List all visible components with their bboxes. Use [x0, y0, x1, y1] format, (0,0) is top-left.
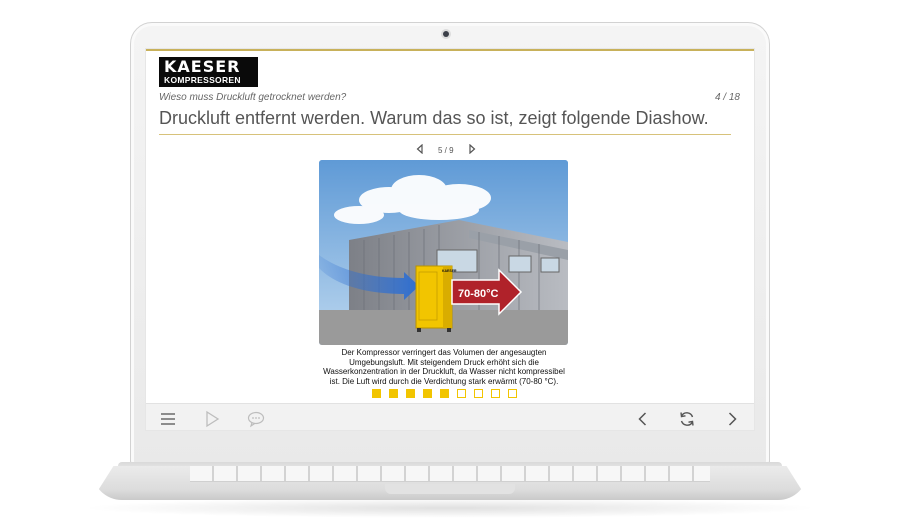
refresh-icon[interactable] [677, 409, 697, 429]
progress-dot[interactable] [440, 389, 449, 398]
headline-divider [159, 134, 731, 135]
webcam [443, 31, 449, 37]
progress-dot[interactable] [457, 389, 466, 398]
logo-wordmark: KAESER [164, 57, 241, 76]
slideshow-navigation: 5 / 9 [416, 143, 476, 156]
course-player-screen: KAESER KOMPRESSOREN Wieso muss Druckluft… [145, 48, 755, 431]
progress-dot[interactable] [508, 389, 517, 398]
slide-caption: Der Kompressor verringert das Volumen de… [311, 348, 577, 386]
comment-icon[interactable] [246, 409, 266, 429]
slide-image: KAESER 70-80°C [319, 160, 568, 345]
slide-counter: 5 / 9 [438, 145, 454, 155]
temperature-label: 70-80°C [458, 288, 499, 300]
caption-line: ist. Die Luft wird durch die Verdichtung… [329, 376, 559, 386]
triangle-left-icon[interactable] [416, 143, 424, 156]
top-accent-line [146, 49, 754, 51]
chevron-right-icon[interactable] [722, 409, 742, 429]
chapter-title: Wieso muss Druckluft getrocknet werden? [159, 92, 347, 103]
laptop-trackpad [385, 484, 515, 494]
triangle-right-icon[interactable] [468, 143, 476, 156]
page-counter: 4 / 18 [714, 92, 740, 103]
slide-progress [372, 389, 517, 398]
caption-line: Der Kompressor verringert das Volumen de… [341, 348, 547, 357]
logo-subtitle: KOMPRESSOREN [164, 75, 241, 85]
progress-dot[interactable] [423, 389, 432, 398]
menu-icon[interactable] [158, 409, 178, 429]
caption-line: Wasserkonzentration in der Druckluft, da… [323, 367, 565, 377]
unit-brand: KAESER [442, 269, 457, 273]
player-toolbar [146, 403, 754, 430]
caption-line: Umgebungsluft. Mit steigendem Druck erhö… [349, 357, 539, 367]
progress-dot[interactable] [372, 389, 381, 398]
chevron-left-icon[interactable] [633, 409, 653, 429]
progress-dot[interactable] [474, 389, 483, 398]
page-headline: Druckluft entfernt werden. Warum das so … [159, 108, 709, 128]
progress-dot[interactable] [406, 389, 415, 398]
laptop-shadow [80, 498, 820, 518]
play-icon[interactable] [202, 409, 222, 429]
progress-dot[interactable] [389, 389, 398, 398]
laptop-keyboard [190, 466, 710, 482]
kaeser-logo: KAESER KOMPRESSOREN [159, 57, 258, 87]
compressor-unit: KAESER [415, 265, 457, 332]
progress-dot[interactable] [491, 389, 500, 398]
